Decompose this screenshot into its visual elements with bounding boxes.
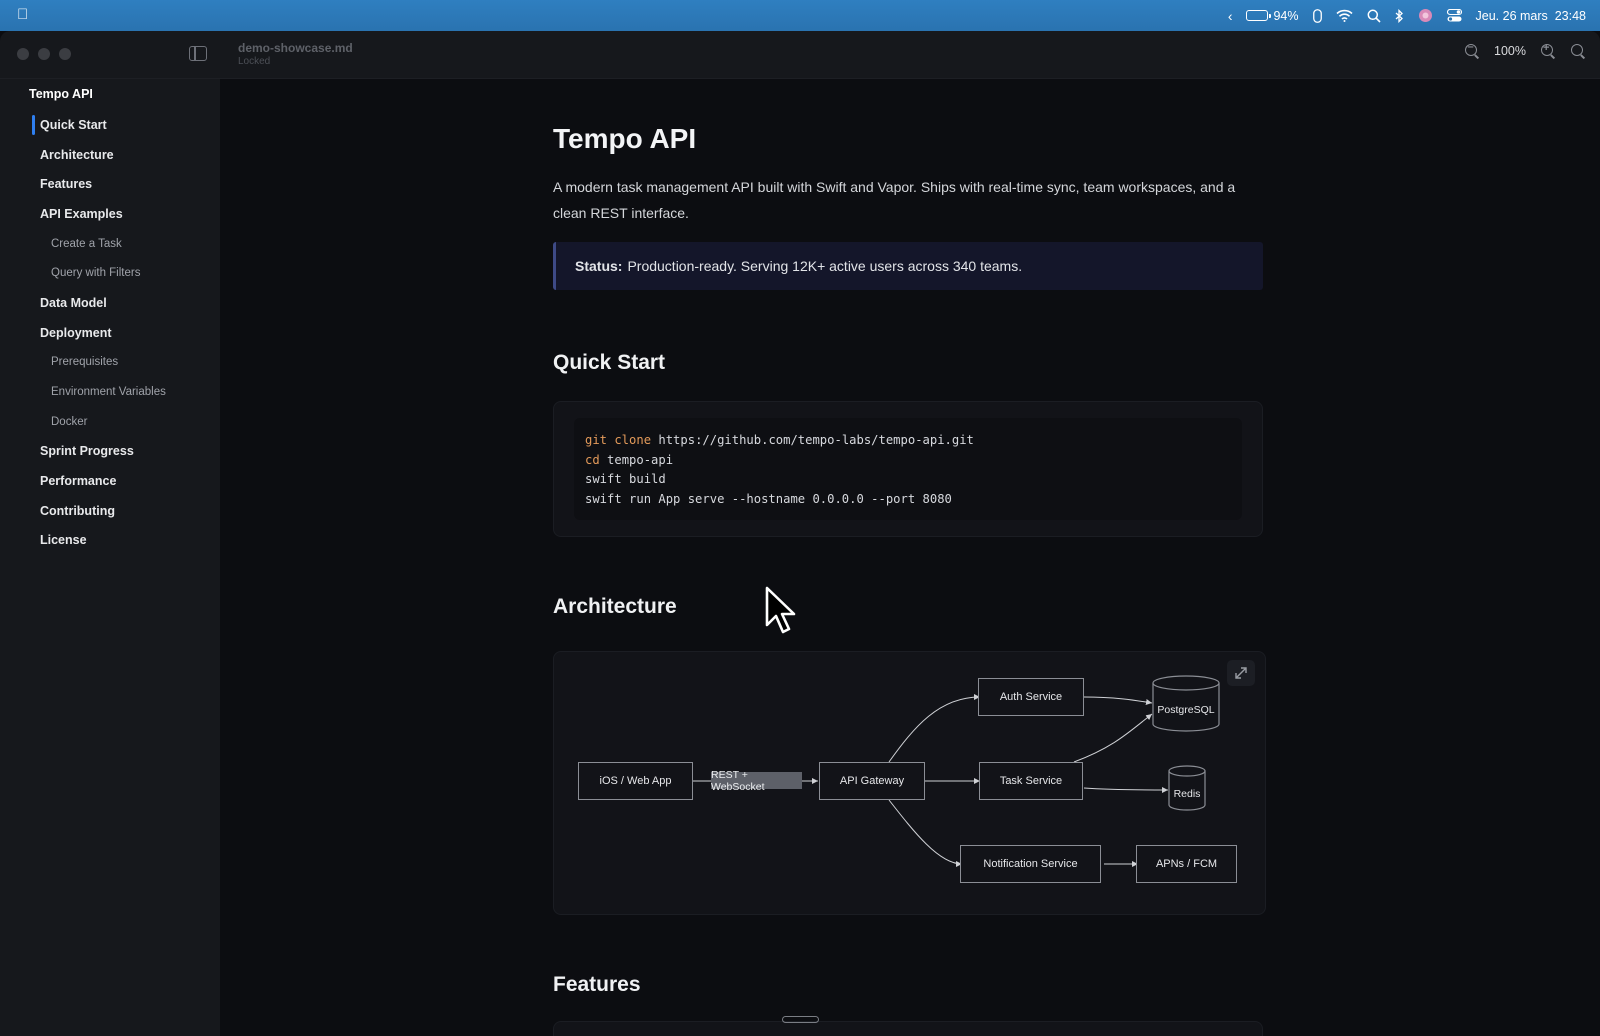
document-status: Locked — [238, 56, 271, 67]
toc-item[interactable]: Environment Variables — [0, 377, 220, 407]
menu-clock[interactable]: Jeu. 26 mars 23:48 — [1476, 9, 1586, 23]
scroll-indicator[interactable] — [782, 1016, 819, 1023]
toc-item[interactable]: Performance — [0, 466, 220, 496]
node-task-service[interactable]: Task Service — [979, 762, 1083, 800]
zoom-in-icon[interactable]: + — [1540, 42, 1556, 59]
features-heading: Features — [553, 973, 641, 996]
mouse-icon[interactable] — [1312, 8, 1322, 24]
edge-task-postgres — [1073, 713, 1153, 763]
toc-item[interactable]: Data Model — [0, 288, 220, 318]
code-block[interactable]: git clone https://github.com/tempo-labs/… — [553, 401, 1263, 537]
document-title: demo-showcase.md Locked — [238, 41, 353, 67]
code-line: swift run App serve --hostname 0.0.0.0 -… — [585, 490, 1231, 510]
document-content: Tempo API A modern task management API b… — [220, 79, 1600, 1036]
code-text: https://github.com/tempo-labs/tempo-api.… — [651, 433, 974, 447]
code-content: git clone https://github.com/tempo-labs/… — [574, 418, 1242, 520]
expand-diagram-button[interactable] — [1227, 660, 1255, 686]
callout-label: Status: — [575, 258, 623, 274]
toc-item[interactable]: Deployment — [0, 318, 220, 348]
edge-auth-postgres — [1083, 696, 1153, 705]
edge-label-rest-websocket: REST + WebSocket — [711, 769, 802, 793]
zoom-controls: – 100% + — [1464, 41, 1586, 59]
app-window: demo-showcase.md Locked – 100% + Tempo A… — [0, 31, 1600, 1036]
expand-icon — [1235, 667, 1247, 679]
page-title: Tempo API — [553, 123, 697, 154]
bluetooth-icon[interactable] — [1395, 8, 1404, 24]
document-name: demo-showcase.md — [238, 41, 353, 55]
code-line: cd tempo-api — [585, 451, 1231, 471]
siri-icon[interactable] — [1418, 8, 1433, 24]
toc-item[interactable]: Create a Task — [0, 229, 220, 259]
node-postgresql[interactable]: PostgreSQL — [1153, 704, 1219, 716]
node-apns-fcm[interactable]: APNs / FCM — [1136, 845, 1237, 883]
node-auth-service[interactable]: Auth Service — [978, 678, 1084, 716]
node-notification-service[interactable]: Notification Service — [960, 845, 1101, 883]
toc-item[interactable]: Prerequisites — [0, 348, 220, 378]
apple-icon[interactable]:  — [17, 6, 28, 23]
minimize-window-button[interactable] — [38, 48, 50, 60]
toc-item[interactable]: Contributing — [0, 496, 220, 526]
spotlight-search-icon[interactable] — [1367, 8, 1381, 24]
toc-item[interactable]: Docker — [0, 407, 220, 437]
edge-task-redis — [1083, 786, 1169, 793]
toc-item[interactable]: Sprint Progress — [0, 437, 220, 467]
zoom-out-icon[interactable]: – — [1464, 41, 1480, 59]
code-line: swift build — [585, 470, 1231, 490]
code-keyword: cd — [585, 452, 600, 467]
status-callout: Status: Production-ready. Serving 12K+ a… — [553, 242, 1263, 290]
zoom-window-button[interactable] — [59, 48, 71, 60]
sidebar-toggle-icon[interactable] — [189, 46, 207, 61]
architecture-diagram[interactable]: iOS / Web App REST + WebSocket API Gatew… — [553, 651, 1266, 915]
node-api-gateway[interactable]: API Gateway — [819, 762, 925, 800]
callout-text: Production-ready. Serving 12K+ active us… — [627, 258, 1023, 274]
wifi-icon[interactable] — [1335, 8, 1353, 24]
toc-item[interactable]: Query with Filters — [0, 258, 220, 288]
toc-item[interactable]: Architecture — [0, 140, 220, 170]
battery-status[interactable]: 94% — [1246, 8, 1299, 23]
search-icon[interactable] — [1570, 43, 1586, 59]
title-bar: demo-showcase.md Locked – 100% + — [0, 31, 1600, 79]
toc-title[interactable]: Tempo API — [29, 87, 93, 101]
node-client[interactable]: iOS / Web App — [578, 762, 693, 800]
control-center-icon[interactable] — [1446, 8, 1462, 24]
code-keyword: git clone — [585, 433, 652, 447]
menu-bar:  ‹ 94% Jeu. 26 mars 23:48 — [0, 0, 1600, 31]
zoom-level[interactable]: 100% — [1494, 44, 1526, 58]
battery-icon — [1246, 10, 1272, 21]
quick-start-heading: Quick Start — [553, 351, 666, 374]
toc-item[interactable]: License — [0, 526, 220, 556]
code-text: swift build — [585, 472, 666, 487]
code-text: tempo-api — [599, 452, 674, 467]
chevron-left-icon[interactable]: ‹ — [1228, 8, 1233, 24]
architecture-heading: Architecture — [553, 595, 677, 618]
window-controls — [17, 48, 71, 60]
close-window-button[interactable] — [17, 48, 29, 60]
battery-percent: 94% — [1273, 8, 1299, 23]
toc-item[interactable]: Features — [0, 169, 220, 199]
code-line: git clone https://github.com/tempo-labs/… — [585, 431, 1231, 451]
mouse-cursor-icon — [765, 586, 796, 634]
redis-cylinder-top — [1168, 765, 1206, 777]
features-block-edge — [553, 1021, 1263, 1036]
toc-item[interactable]: API Examples — [0, 199, 220, 229]
edge-gateway-auth — [888, 694, 981, 763]
code-text: swift run App serve --hostname 0.0.0.0 -… — [585, 491, 952, 506]
intro-paragraph: A modern task management API built with … — [553, 179, 1236, 221]
table-of-contents-sidebar: Tempo API Quick Start Architecture Feature… — [0, 79, 220, 1036]
toc-item[interactable]: Quick Start — [0, 110, 220, 140]
node-redis[interactable]: Redis — [1169, 788, 1205, 800]
postgres-cylinder-top — [1152, 675, 1220, 691]
edge-gateway-notify — [888, 799, 963, 867]
toc-list: Quick Start Architecture Features API Examp… — [0, 110, 220, 555]
